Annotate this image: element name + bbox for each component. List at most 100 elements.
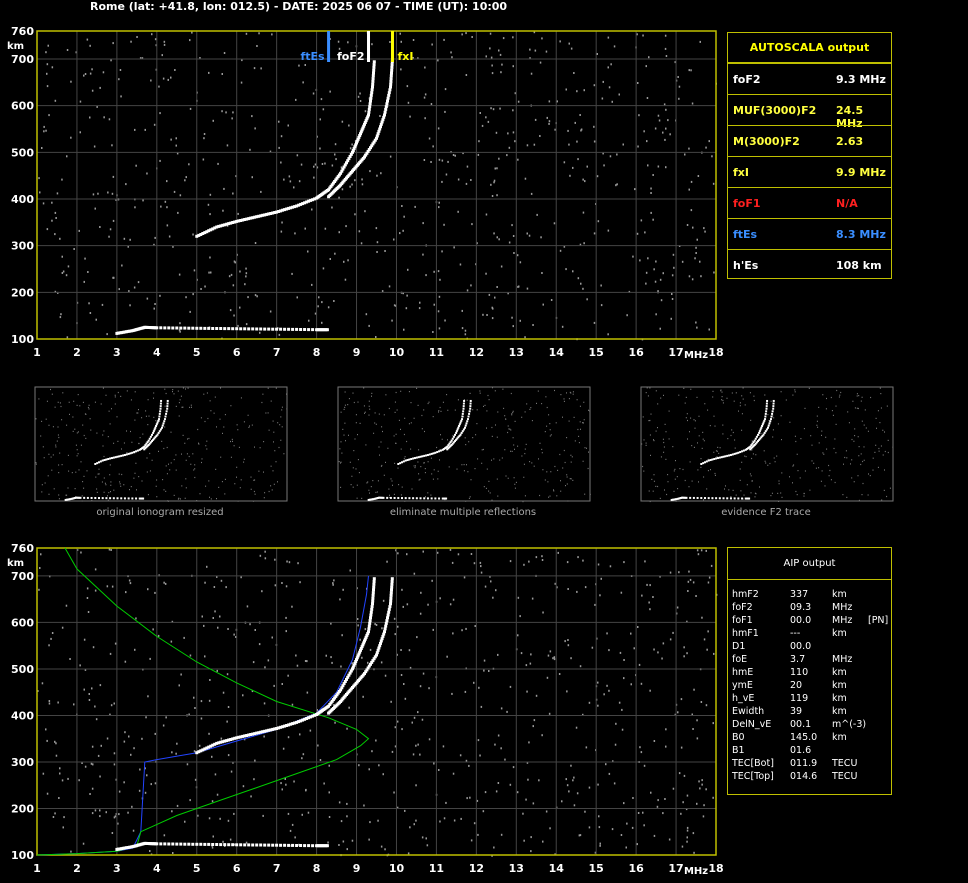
noise-dot xyxy=(99,684,102,687)
noise-dot xyxy=(623,561,625,564)
marker-bar xyxy=(367,31,371,62)
thumbnail-noise xyxy=(732,489,734,491)
thumbnail-noise xyxy=(236,466,238,468)
noise-dot xyxy=(529,48,531,51)
x-axis-label: MHz xyxy=(684,866,708,877)
noise-dot xyxy=(451,561,454,564)
thumbnail-noise xyxy=(277,422,279,424)
thumbnail-noise xyxy=(219,418,221,420)
thumbnail-noise xyxy=(352,467,354,469)
noise-dot xyxy=(607,66,609,69)
thumbnail-noise xyxy=(503,407,505,409)
thumbnail-noise xyxy=(794,389,796,391)
thumbnail-noise xyxy=(35,418,37,420)
x-tick-label: 6 xyxy=(233,346,241,359)
thumbnail-noise xyxy=(771,492,773,494)
noise-dot xyxy=(207,203,210,206)
noise-dot xyxy=(145,716,147,719)
thumbnail-noise xyxy=(778,480,780,482)
thumbnail-noise xyxy=(700,458,702,460)
thumbnail-noise xyxy=(57,426,59,428)
noise-dot xyxy=(499,53,502,56)
thumbnail-trace xyxy=(96,462,99,465)
noise-dot xyxy=(232,111,234,114)
noise-dot xyxy=(696,549,699,552)
thumbnail-noise xyxy=(387,447,389,449)
noise-dot xyxy=(191,31,193,34)
trace-point xyxy=(386,616,389,620)
thumbnail-trace xyxy=(761,425,764,427)
trace-point xyxy=(239,843,243,847)
noise-dot xyxy=(507,132,509,135)
noise-dot xyxy=(322,108,325,111)
noise-dot xyxy=(225,586,227,589)
thumbnail-noise xyxy=(566,476,568,478)
thumbnail-noise xyxy=(267,387,269,389)
trace-point xyxy=(243,327,247,331)
thumbnail-noise xyxy=(710,469,711,471)
noise-dot xyxy=(369,170,371,173)
thumbnail-noise xyxy=(110,491,111,493)
thumbnail-noise xyxy=(230,456,232,458)
thumbnail-noise xyxy=(465,500,467,502)
noise-dot xyxy=(705,788,707,791)
thumbnail-noise xyxy=(522,501,524,503)
trace-point xyxy=(371,596,375,600)
noise-dot xyxy=(194,707,196,709)
noise-dot xyxy=(339,598,341,601)
thumbnail-noise xyxy=(856,395,858,397)
noise-dot xyxy=(665,108,667,111)
noise-dot xyxy=(154,732,156,735)
y-tick-label: 400 xyxy=(11,709,34,722)
thumbnail-noise xyxy=(566,474,568,476)
noise-dot xyxy=(461,309,463,312)
thumbnail-noise xyxy=(642,465,644,468)
thumbnail-noise xyxy=(646,387,648,389)
thumbnail-noise xyxy=(881,499,883,501)
noise-dot xyxy=(189,39,191,42)
trace-point xyxy=(325,328,329,332)
noise-dot xyxy=(287,124,289,127)
noise-dot xyxy=(705,146,707,149)
thumbnail-trace xyxy=(726,497,729,500)
thumbnail-noise xyxy=(485,487,487,489)
noise-dot xyxy=(179,194,182,197)
thumbnail-noise xyxy=(587,467,589,470)
thumbnail-noise xyxy=(250,488,252,490)
noise-dot xyxy=(59,767,61,770)
noise-dot xyxy=(114,815,117,818)
thumbnail-trace xyxy=(413,457,416,460)
thumbnail-noise xyxy=(877,410,879,412)
thumbnail-trace xyxy=(109,457,112,460)
noise-dot xyxy=(360,242,363,245)
thumbnail-noise xyxy=(113,489,115,491)
trace-point xyxy=(371,79,375,83)
noise-dot xyxy=(639,746,641,749)
noise-dot xyxy=(222,209,224,212)
thumbnail-noise xyxy=(272,470,274,472)
thumbnail-noise xyxy=(858,499,860,501)
trace-point xyxy=(283,843,287,847)
thumbnail-noise xyxy=(400,428,401,430)
noise-dot xyxy=(497,734,500,737)
noise-dot xyxy=(586,298,588,301)
thumbnail-noise xyxy=(418,449,420,451)
thumbnail-noise xyxy=(803,492,805,495)
thumbnail-noise xyxy=(138,409,139,411)
noise-dot xyxy=(335,158,337,161)
thumbnail-noise xyxy=(549,495,551,497)
thumbnail-trace xyxy=(147,439,150,442)
thumbnail-noise xyxy=(678,394,680,396)
noise-dot xyxy=(657,165,660,168)
noise-dot xyxy=(298,180,301,183)
thumbnail-trace xyxy=(455,431,458,434)
noise-dot xyxy=(452,772,455,775)
thumbnail-noise xyxy=(649,500,651,503)
trace-point xyxy=(367,113,370,117)
thumbnail-noise xyxy=(135,462,137,464)
thumbnail-noise xyxy=(201,461,202,464)
noise-dot xyxy=(247,296,249,299)
noise-dot xyxy=(39,191,41,194)
noise-dot xyxy=(295,98,297,101)
thumbnail-noise xyxy=(84,413,86,415)
